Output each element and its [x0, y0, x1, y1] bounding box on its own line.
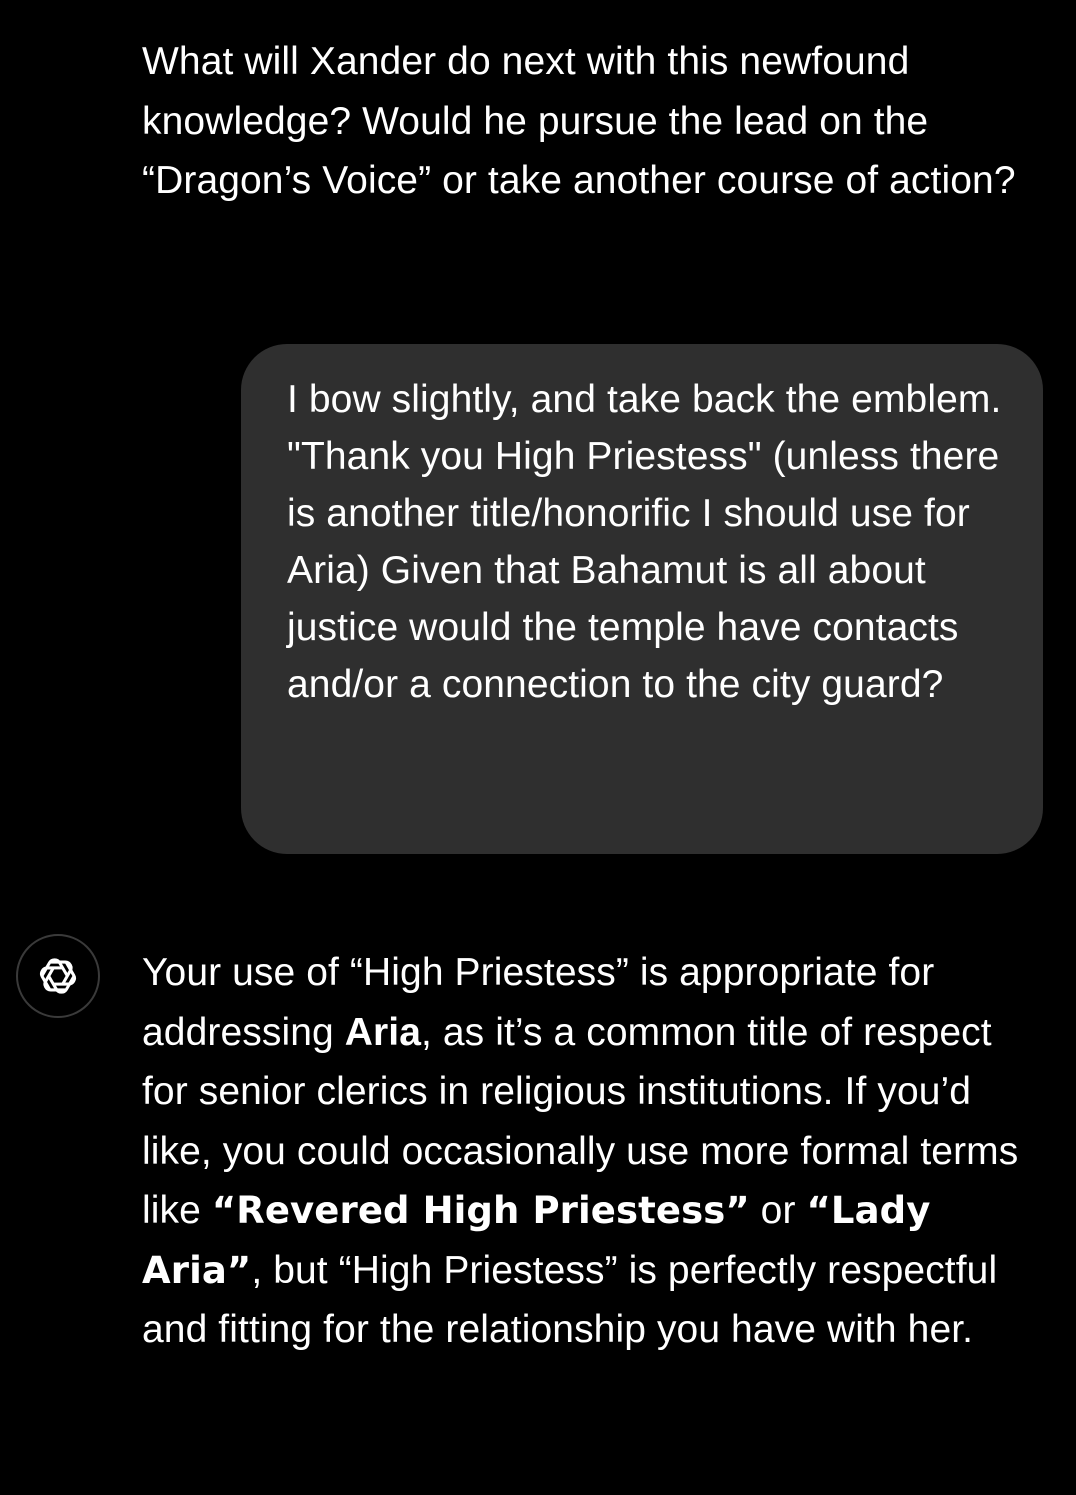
user-message-bubble: I bow slightly, and take back the emblem…	[241, 344, 1043, 854]
assistant-message-previous: What will Xander do next with this newfo…	[142, 40, 1016, 202]
assistant-avatar	[16, 934, 100, 1018]
reply-bold-revered: “Revered High Priestess”	[211, 1189, 750, 1232]
openai-logo-icon	[40, 958, 76, 994]
assistant-message-reply: Your use of “High Priestess” is appropri…	[142, 943, 1022, 1360]
reply-text-3: or	[749, 1189, 807, 1232]
reply-bold-aria: Aria	[344, 1010, 422, 1054]
reply-text-4: , but “High Priestess” is perfectly resp…	[142, 1248, 998, 1352]
user-message-text: I bow slightly, and take back the emblem…	[287, 378, 1002, 706]
